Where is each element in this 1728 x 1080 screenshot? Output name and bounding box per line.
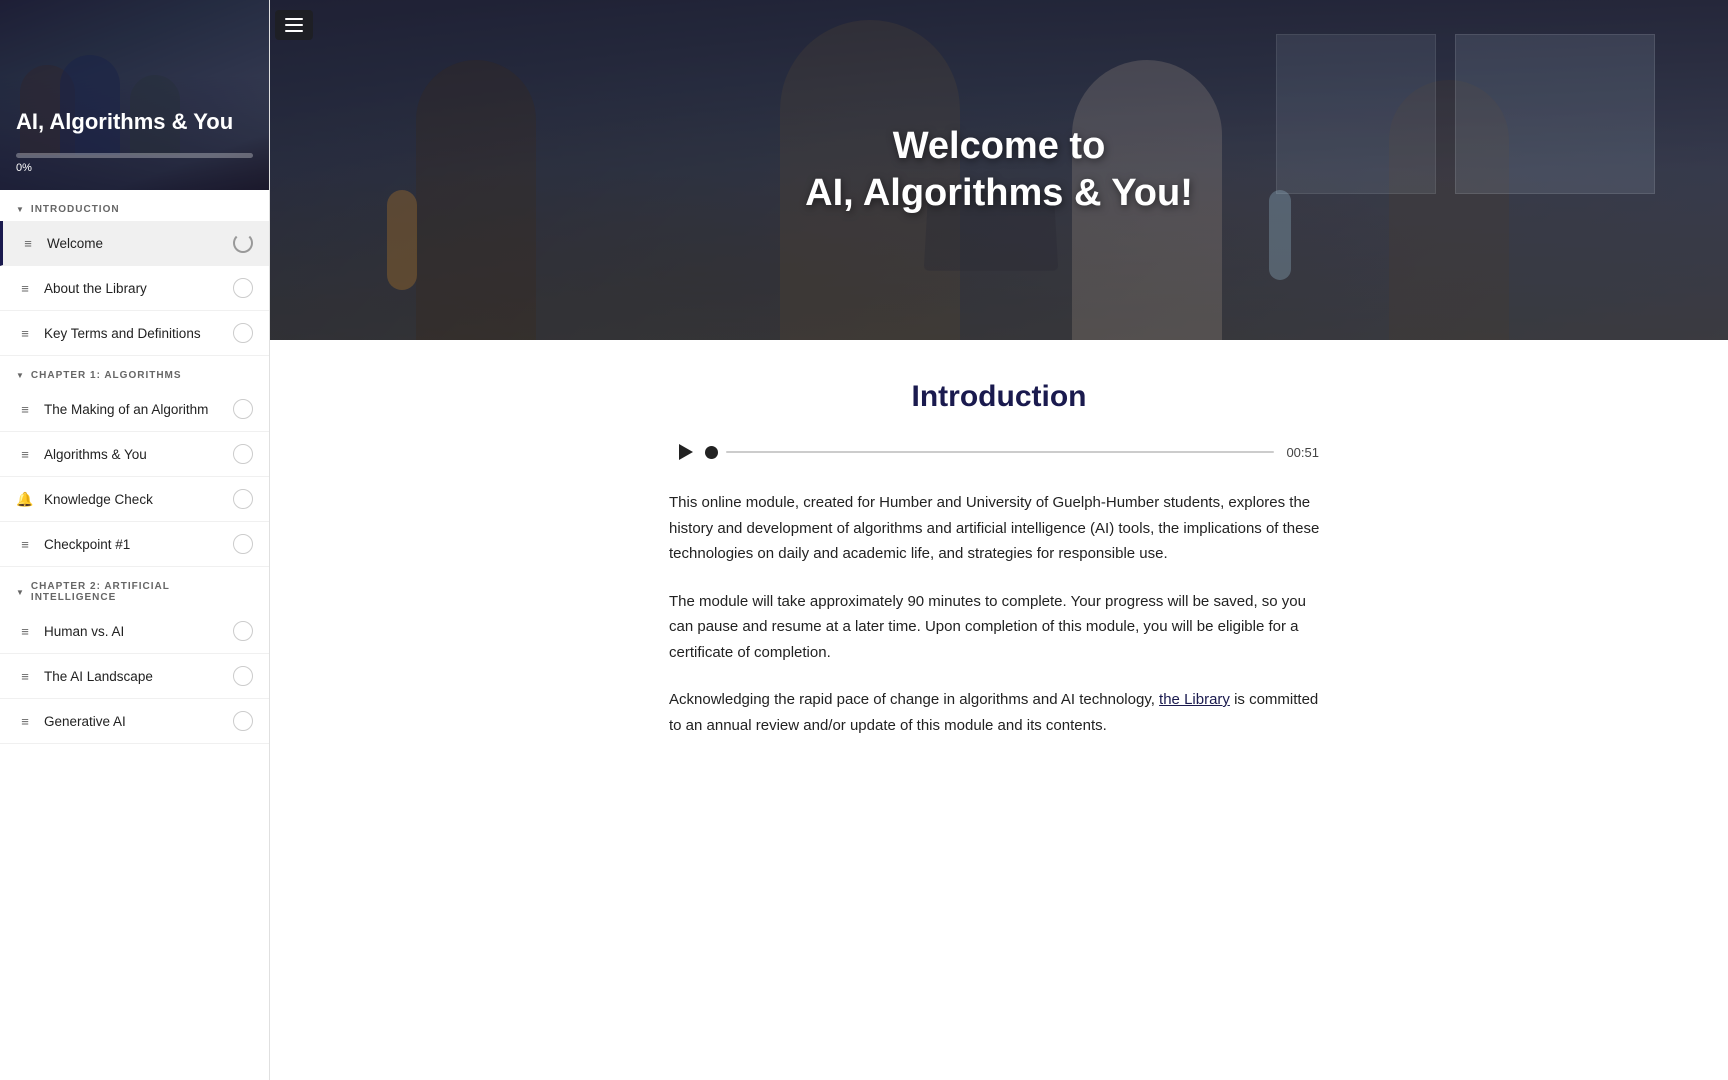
nav-item-knowledge-check[interactable]: 🔔 Knowledge Check xyxy=(0,477,269,522)
nav-label-about-library: About the Library xyxy=(44,281,223,296)
sidebar-header-overlay: AI, Algorithms & You 0% xyxy=(0,0,269,190)
progress-bar-container: 0% xyxy=(16,153,253,174)
nav-label-algorithms-you: Algorithms & You xyxy=(44,447,223,462)
hero-text: Welcome to AI, Algorithms & You! xyxy=(805,123,1193,218)
nav-check-knowledge-check xyxy=(233,489,253,509)
section-title: Introduction xyxy=(669,380,1329,414)
nav-item-key-terms[interactable]: ≡ Key Terms and Definitions xyxy=(0,311,269,356)
nav-check-human-vs-ai xyxy=(233,621,253,641)
audio-time: 00:51 xyxy=(1286,445,1319,460)
audio-track[interactable] xyxy=(726,451,1274,453)
nav-label-ai-landscape: The AI Landscape xyxy=(44,669,223,684)
menu-icon: ≡ xyxy=(16,447,34,462)
audio-scrubber-dot[interactable] xyxy=(705,446,718,459)
nav-item-ai-landscape[interactable]: ≡ The AI Landscape xyxy=(0,654,269,699)
content-paragraph-3: Acknowledging the rapid pace of change i… xyxy=(669,687,1329,738)
menu-icon: ≡ xyxy=(16,402,34,417)
section-header-chapter1[interactable]: ▼ CHAPTER 1: ALGORITHMS xyxy=(0,356,269,387)
nav-label-key-terms: Key Terms and Definitions xyxy=(44,326,223,341)
nav-label-checkpoint1: Checkpoint #1 xyxy=(44,537,223,552)
hero-banner: Welcome to AI, Algorithms & You! xyxy=(270,0,1728,340)
sidebar: AI, Algorithms & You 0% ▼ INTRODUCTION ≡… xyxy=(0,0,270,1080)
nav-check-checkpoint1 xyxy=(233,534,253,554)
nav-check-algorithms-you xyxy=(233,444,253,464)
section-header-chapter2[interactable]: ▼ CHAPTER 2: ARTIFICIAL INTELLIGENCE xyxy=(0,567,269,609)
nav-item-making-algorithm[interactable]: ≡ The Making of an Algorithm xyxy=(0,387,269,432)
library-link[interactable]: the Library xyxy=(1159,691,1230,708)
nav-check-making-algorithm xyxy=(233,399,253,419)
nav-label-welcome: Welcome xyxy=(47,236,223,251)
menu-button[interactable] xyxy=(275,10,313,40)
sidebar-header: AI, Algorithms & You 0% xyxy=(0,0,269,190)
chevron-down-icon: ▼ xyxy=(16,371,25,380)
chevron-down-icon: ▼ xyxy=(16,205,25,214)
play-button[interactable] xyxy=(679,444,693,460)
section-header-introduction[interactable]: ▼ INTRODUCTION xyxy=(0,190,269,221)
nav-item-welcome[interactable]: ≡ Welcome xyxy=(0,221,269,266)
nav-item-algorithms-you[interactable]: ≡ Algorithms & You xyxy=(0,432,269,477)
progress-label: 0% xyxy=(16,162,253,174)
nav-item-generative-ai[interactable]: ≡ Generative AI xyxy=(0,699,269,744)
menu-icon: ≡ xyxy=(16,281,34,296)
menu-icon: ≡ xyxy=(16,669,34,684)
nav-check-ai-landscape xyxy=(233,666,253,686)
progress-bar-track xyxy=(16,153,253,158)
content-area: Introduction 00:51 This online module, c… xyxy=(549,340,1449,820)
menu-icon: ≡ xyxy=(16,537,34,552)
nav-label-knowledge-check: Knowledge Check xyxy=(44,492,223,507)
nav-label-making-algorithm: The Making of an Algorithm xyxy=(44,402,223,417)
audio-progress-bar[interactable] xyxy=(705,446,1274,459)
chevron-down-icon: ▼ xyxy=(16,588,25,597)
menu-icon: ≡ xyxy=(16,326,34,341)
sidebar-course-title: AI, Algorithms & You xyxy=(16,109,253,135)
nav-check-welcome xyxy=(233,233,253,253)
nav-check-key-terms xyxy=(233,323,253,343)
hero-line1: Welcome to xyxy=(893,125,1106,167)
nav-label-human-vs-ai: Human vs. AI xyxy=(44,624,223,639)
nav-check-about-library xyxy=(233,278,253,298)
content-paragraph-2: The module will take approximately 90 mi… xyxy=(669,589,1329,666)
nav-item-about-library[interactable]: ≡ About the Library xyxy=(0,266,269,311)
nav-item-checkpoint1[interactable]: ≡ Checkpoint #1 xyxy=(0,522,269,567)
audio-player[interactable]: 00:51 xyxy=(669,444,1329,460)
menu-icon: ≡ xyxy=(19,236,37,251)
hero-line2: AI, Algorithms & You! xyxy=(805,172,1193,214)
main-content: Welcome to AI, Algorithms & You! Introdu… xyxy=(270,0,1728,1080)
nav-label-generative-ai: Generative AI xyxy=(44,714,223,729)
content-paragraph-1: This online module, created for Humber a… xyxy=(669,490,1329,567)
menu-icon: ≡ xyxy=(16,624,34,639)
knowledge-check-icon: 🔔 xyxy=(16,491,34,508)
nav-item-human-vs-ai[interactable]: ≡ Human vs. AI xyxy=(0,609,269,654)
nav-check-generative-ai xyxy=(233,711,253,731)
menu-icon: ≡ xyxy=(16,714,34,729)
sidebar-nav: ▼ INTRODUCTION ≡ Welcome ≡ About the Lib… xyxy=(0,190,269,1080)
